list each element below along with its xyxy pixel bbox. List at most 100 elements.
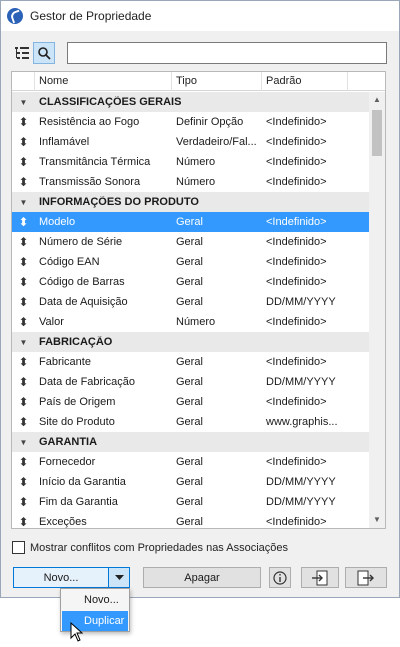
- property-name: Data de Aquisição: [39, 296, 128, 308]
- reorder-handle-icon[interactable]: ⬍: [12, 395, 35, 409]
- property-default: <Indefinido>: [266, 216, 327, 228]
- reorder-handle-icon[interactable]: ⬍: [12, 115, 35, 129]
- property-type: Geral: [176, 216, 203, 228]
- reorder-handle-icon[interactable]: ⬍: [12, 475, 35, 489]
- property-row[interactable]: ⬍ País de Origem Geral <Indefinido>: [12, 392, 370, 412]
- property-type: Geral: [176, 376, 203, 388]
- column-header-type[interactable]: Tipo: [172, 72, 262, 91]
- tree-view-button[interactable]: [11, 42, 33, 64]
- property-type: Geral: [176, 296, 203, 308]
- scroll-down-icon[interactable]: ▼: [369, 512, 385, 528]
- property-default: <Indefinido>: [266, 176, 327, 188]
- property-type: Geral: [176, 516, 203, 528]
- property-row[interactable]: ⬍ Modelo Geral <Indefinido>: [12, 212, 370, 232]
- collapse-arrow-icon[interactable]: ▼: [12, 438, 35, 447]
- property-row[interactable]: ⬍ Data de Aquisição Geral DD/MM/YYYY: [12, 292, 370, 312]
- reorder-handle-icon[interactable]: ⬍: [12, 415, 35, 429]
- property-row[interactable]: ⬍ Exceções Geral <Indefinido>: [12, 512, 370, 528]
- info-button[interactable]: [269, 567, 291, 588]
- reorder-handle-icon[interactable]: ⬍: [12, 135, 35, 149]
- property-type: Geral: [176, 396, 203, 408]
- group-row[interactable]: ▼INFORMAÇÕES DO PRODUTO+: [12, 192, 383, 212]
- property-row[interactable]: ⬍ Valor Número <Indefinido>: [12, 312, 370, 332]
- reorder-handle-icon[interactable]: ⬍: [12, 175, 35, 189]
- property-row[interactable]: ⬍ Transmitância Térmica Número <Indefinido>: [12, 152, 370, 172]
- property-default: DD/MM/YYYY: [266, 376, 336, 388]
- property-name: Código de Barras: [39, 276, 125, 288]
- property-row[interactable]: ⬍ Fabricante Geral <Indefinido>: [12, 352, 370, 372]
- export-icon: [357, 570, 374, 585]
- property-row[interactable]: ⬍ Transmissão Sonora Número <Indefinido>: [12, 172, 370, 192]
- property-type: Geral: [176, 236, 203, 248]
- reorder-handle-icon[interactable]: ⬍: [12, 515, 35, 528]
- group-row[interactable]: ▼CLASSIFICAÇÕES GERAIS+: [12, 92, 383, 112]
- reorder-handle-icon[interactable]: ⬍: [12, 255, 35, 269]
- property-row[interactable]: ⬍ Número de Série Geral <Indefinido>: [12, 232, 370, 252]
- property-type: Geral: [176, 416, 203, 428]
- property-default: DD/MM/YYYY: [266, 476, 336, 488]
- property-row[interactable]: ⬍ Site do Produto Geral www.graphis...: [12, 412, 370, 432]
- property-default: <Indefinido>: [266, 356, 327, 368]
- property-row[interactable]: ⬍ Fim da Garantia Geral DD/MM/YYYY: [12, 492, 370, 512]
- property-type: Geral: [176, 276, 203, 288]
- reorder-handle-icon[interactable]: ⬍: [12, 235, 35, 249]
- title-bar: Gestor de Propriedade: [1, 1, 399, 31]
- property-row[interactable]: ⬍ Data de Fabricação Geral DD/MM/YYYY: [12, 372, 370, 392]
- property-name: Transmitância Térmica: [39, 156, 151, 168]
- group-row[interactable]: ▼GARANTIA+: [12, 432, 383, 452]
- tree-list-icon: [15, 47, 29, 59]
- property-name: Inflamável: [39, 136, 90, 148]
- property-row[interactable]: ⬍ Código EAN Geral <Indefinido>: [12, 252, 370, 272]
- scroll-up-icon[interactable]: ▲: [369, 92, 385, 108]
- collapse-arrow-icon[interactable]: ▼: [12, 98, 35, 107]
- reorder-handle-icon[interactable]: ⬍: [12, 155, 35, 169]
- property-tree: Nome Tipo Padrão ▼CLASSIFICAÇÕES GERAIS+…: [11, 71, 386, 529]
- property-row[interactable]: ⬍ Início da Garantia Geral DD/MM/YYYY: [12, 472, 370, 492]
- property-type: Geral: [176, 256, 203, 268]
- reorder-handle-icon[interactable]: ⬍: [12, 355, 35, 369]
- novo-button[interactable]: Novo...: [13, 567, 109, 588]
- reorder-handle-icon[interactable]: ⬍: [12, 495, 35, 509]
- novo-dropdown-button[interactable]: [108, 567, 130, 588]
- property-default: DD/MM/YYYY: [266, 496, 336, 508]
- property-row[interactable]: ⬍ Fornecedor Geral <Indefinido>: [12, 452, 370, 472]
- property-row[interactable]: ⬍ Inflamável Verdadeiro/Fal... <Indefinido>: [12, 132, 370, 152]
- window-title: Gestor de Propriedade: [30, 9, 152, 23]
- property-default: <Indefinido>: [266, 136, 327, 148]
- conflict-option[interactable]: Mostrar conflitos com Propriedades nas A…: [12, 541, 288, 554]
- toolbar: [11, 41, 389, 65]
- group-row[interactable]: ▼FABRICAÇÃO+: [12, 332, 383, 352]
- column-header: Nome Tipo Padrão: [12, 72, 385, 91]
- property-name: Resistência ao Fogo: [39, 116, 140, 128]
- property-name: Site do Produto: [39, 416, 115, 428]
- conflict-checkbox[interactable]: [12, 541, 25, 554]
- reorder-handle-icon[interactable]: ⬍: [12, 295, 35, 309]
- property-type: Número: [176, 156, 216, 168]
- reorder-handle-icon[interactable]: ⬍: [12, 315, 35, 329]
- export-button[interactable]: [345, 567, 387, 588]
- collapse-arrow-icon[interactable]: ▼: [12, 198, 35, 207]
- property-row[interactable]: ⬍ Código de Barras Geral <Indefinido>: [12, 272, 370, 292]
- property-row[interactable]: ⬍ Resistência ao Fogo Definir Opção <Indefi…: [12, 112, 370, 132]
- column-header-default[interactable]: Padrão: [262, 72, 348, 91]
- column-header-name[interactable]: Nome: [35, 72, 172, 91]
- property-type: Verdadeiro/Fal...: [176, 136, 257, 148]
- scroll-thumb[interactable]: [372, 110, 382, 156]
- group-label: CLASSIFICAÇÕES GERAIS: [39, 96, 182, 108]
- property-manager-window: Gestor de Propriedade Nome Tipo Padrão ▼: [0, 0, 400, 598]
- search-toggle-button[interactable]: [33, 42, 55, 64]
- property-name: Valor: [39, 316, 64, 328]
- column-header-icon: [12, 72, 35, 91]
- vertical-scrollbar[interactable]: ▲ ▼: [369, 92, 385, 528]
- reorder-handle-icon[interactable]: ⬍: [12, 375, 35, 389]
- app-logo-icon: [7, 8, 23, 24]
- reorder-handle-icon[interactable]: ⬍: [12, 215, 35, 229]
- property-default: www.graphis...: [266, 416, 338, 428]
- search-input[interactable]: [67, 42, 387, 64]
- import-button[interactable]: [301, 567, 339, 588]
- apagar-button[interactable]: Apagar: [143, 567, 261, 588]
- collapse-arrow-icon[interactable]: ▼: [12, 338, 35, 347]
- reorder-handle-icon[interactable]: ⬍: [12, 455, 35, 469]
- menu-item-novo[interactable]: Novo...: [62, 590, 128, 610]
- reorder-handle-icon[interactable]: ⬍: [12, 275, 35, 289]
